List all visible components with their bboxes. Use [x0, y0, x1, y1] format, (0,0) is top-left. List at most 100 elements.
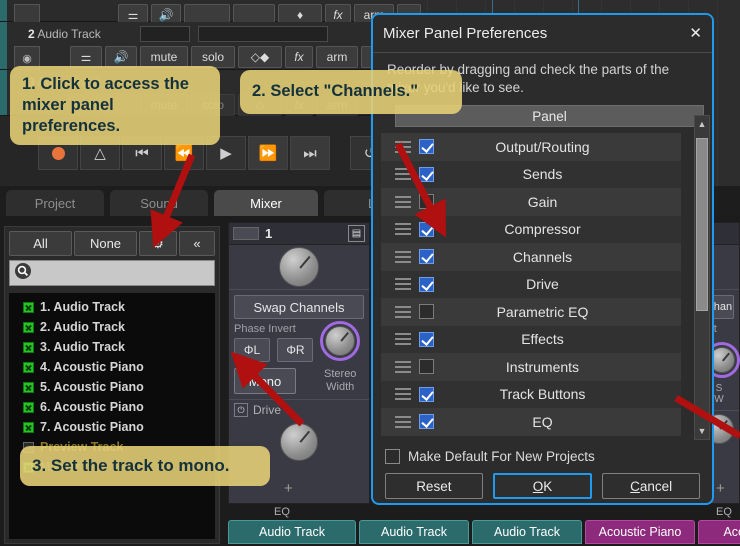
stereo-width-knob[interactable]	[325, 326, 356, 356]
speaker-icon[interactable]: 🔊	[105, 46, 137, 68]
close-icon[interactable]: ✕	[689, 26, 702, 41]
table-row[interactable]: Sends	[381, 160, 681, 188]
mono-button[interactable]: Mono	[234, 368, 296, 394]
scroll-up-icon[interactable]: ▲	[695, 116, 709, 132]
automation-icon[interactable]: ◇◆	[238, 46, 282, 68]
table-row[interactable]: Compressor	[381, 215, 681, 243]
collapse-icon[interactable]: «	[179, 231, 215, 256]
drag-handle-icon[interactable]	[395, 250, 411, 263]
list-item[interactable]: 5. Acoustic Piano	[9, 377, 215, 397]
drive-knob[interactable]	[280, 423, 318, 461]
channel-name-tag[interactable]: Audio Track	[228, 520, 356, 544]
track-2-volume-fader[interactable]	[198, 26, 328, 42]
drag-handle-icon[interactable]	[395, 415, 411, 428]
cancel-button[interactable]: Cancel	[602, 473, 701, 499]
channel-name-tag[interactable]: Acoustic P	[698, 520, 740, 544]
row-checkbox[interactable]	[419, 386, 434, 402]
reset-button[interactable]: Reset	[385, 473, 483, 499]
visibility-checkbox[interactable]	[23, 321, 34, 333]
row-label: Parametric EQ	[496, 303, 589, 320]
fast-forward-button[interactable]: ⏩	[248, 136, 288, 170]
mixer-sidebar: All None ⚙ « 1. Audio Track 2. Audio Tra…	[4, 226, 220, 544]
row-checkbox[interactable]	[419, 249, 434, 265]
arm-button[interactable]: arm	[316, 46, 358, 68]
list-item[interactable]: 1. Audio Track	[9, 297, 215, 317]
list-item[interactable]: 6. Acoustic Piano	[9, 397, 215, 417]
list-item[interactable]: 4. Acoustic Piano	[9, 357, 215, 377]
tab-sound[interactable]: Sound	[110, 190, 208, 216]
pencil-icon[interactable]: ⚌	[70, 46, 102, 68]
gain-knob[interactable]	[279, 247, 319, 287]
row-checkbox[interactable]	[419, 331, 434, 347]
drag-handle-icon[interactable]	[395, 195, 411, 208]
to-end-button[interactable]: ⏭	[290, 136, 330, 170]
table-row[interactable]: Parametric EQ	[381, 298, 681, 326]
swap-channels-button[interactable]: Swap Channels	[234, 295, 364, 319]
drag-handle-icon[interactable]	[395, 333, 411, 346]
none-button[interactable]: None	[74, 231, 137, 256]
table-row[interactable]: Drive	[381, 270, 681, 298]
row-checkbox[interactable]	[419, 139, 434, 155]
table-row[interactable]: Instruments	[381, 353, 681, 381]
strip-color-swatch	[233, 227, 259, 240]
table-row[interactable]: Track Buttons	[381, 380, 681, 408]
gear-icon[interactable]: ⚙	[139, 231, 177, 256]
visibility-checkbox[interactable]	[23, 421, 34, 433]
tab-mixer[interactable]: Mixer	[214, 190, 318, 216]
solo-button[interactable]: solo	[191, 46, 235, 68]
scrollbar-thumb[interactable]	[696, 138, 708, 311]
list-item[interactable]: 2. Audio Track	[9, 317, 215, 337]
phase-invert-left-button[interactable]: ΦL	[234, 338, 270, 362]
mute-button[interactable]: mute	[140, 46, 188, 68]
drag-handle-icon[interactable]	[395, 305, 411, 318]
table-row[interactable]: Effects	[381, 325, 681, 353]
panel-list-scrollbar[interactable]: ▲ ▼	[694, 115, 710, 440]
row-checkbox[interactable]	[419, 166, 434, 182]
row-checkbox[interactable]	[419, 304, 434, 320]
row-label: Track Buttons	[499, 386, 586, 403]
drag-handle-icon[interactable]	[395, 388, 411, 401]
visibility-checkbox[interactable]	[23, 361, 34, 373]
ok-button[interactable]: OK	[492, 473, 593, 499]
list-item[interactable]: 3. Audio Track	[9, 337, 215, 357]
row-checkbox[interactable]	[419, 276, 434, 292]
make-default-checkbox[interactable]	[385, 449, 400, 464]
track-2-pan-fader[interactable]	[140, 26, 190, 42]
drag-handle-icon[interactable]	[395, 223, 411, 236]
drive-power-icon[interactable]: ⏻	[234, 403, 248, 417]
fx-button[interactable]: fx	[285, 46, 313, 68]
track-2-number: 2	[28, 27, 35, 41]
add-icon[interactable]: +	[284, 480, 293, 497]
row-checkbox[interactable]	[419, 414, 434, 430]
row-checkbox[interactable]	[419, 194, 434, 210]
table-row[interactable]: Output/Routing	[381, 133, 681, 161]
drag-handle-icon[interactable]	[395, 278, 411, 291]
table-row[interactable]: EQ	[381, 408, 681, 436]
table-row[interactable]: Gain	[381, 188, 681, 216]
make-default-row[interactable]: Make Default For New Projects	[385, 449, 700, 464]
row-label: Instruments	[505, 358, 580, 375]
drag-handle-icon[interactable]	[395, 140, 411, 153]
table-row[interactable]: Channels	[381, 243, 681, 271]
scroll-down-icon[interactable]: ▼	[695, 423, 709, 439]
visibility-checkbox[interactable]	[23, 341, 34, 353]
tab-project[interactable]: Project	[6, 190, 104, 216]
row-checkbox[interactable]	[419, 221, 434, 237]
list-item-label: 1. Audio Track	[40, 300, 125, 314]
visibility-checkbox[interactable]	[23, 401, 34, 413]
row-label: Compressor	[504, 221, 581, 238]
channel-name-tag[interactable]: Acoustic Piano	[585, 520, 695, 544]
add-icon[interactable]: +	[716, 480, 725, 497]
search-input[interactable]	[9, 260, 215, 286]
drag-handle-icon[interactable]	[395, 360, 411, 373]
list-item[interactable]: 7. Acoustic Piano	[9, 417, 215, 437]
row-checkbox[interactable]	[419, 359, 434, 375]
channel-name-tag[interactable]: Audio Track	[359, 520, 469, 544]
phase-invert-right-button[interactable]: ΦR	[277, 338, 314, 362]
channel-name-tag[interactable]: Audio Track	[472, 520, 582, 544]
drag-handle-icon[interactable]	[395, 168, 411, 181]
visibility-checkbox[interactable]	[23, 301, 34, 313]
visibility-checkbox[interactable]	[23, 381, 34, 393]
all-button[interactable]: All	[9, 231, 72, 256]
routing-icon[interactable]: ▤	[348, 225, 365, 242]
